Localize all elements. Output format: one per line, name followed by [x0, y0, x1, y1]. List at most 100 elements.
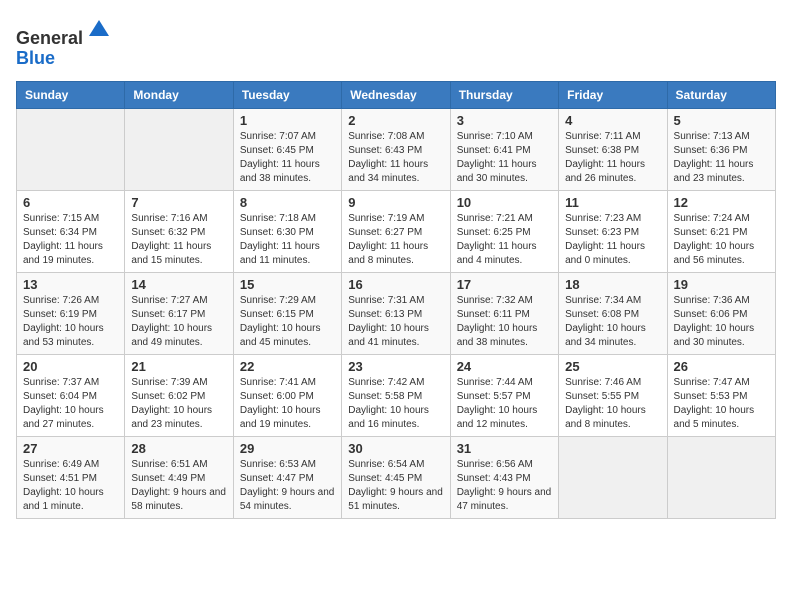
day-info: Sunrise: 7:36 AM Sunset: 6:06 PM Dayligh… [674, 294, 769, 350]
day-info: Sunrise: 7:41 AM Sunset: 6:00 PM Dayligh… [240, 376, 335, 432]
weekday-header-wednesday: Wednesday [342, 81, 450, 108]
weekday-header-saturday: Saturday [667, 81, 775, 108]
day-number: 24 [457, 359, 552, 374]
weekday-header-thursday: Thursday [450, 81, 558, 108]
calendar-cell: 4 Sunrise: 7:11 AM Sunset: 6:38 PM Daylig… [559, 108, 667, 190]
day-info: Sunrise: 7:29 AM Sunset: 6:15 PM Dayligh… [240, 294, 335, 350]
day-number: 30 [348, 441, 443, 456]
calendar-cell: 9 Sunrise: 7:19 AM Sunset: 6:27 PM Daylig… [342, 190, 450, 272]
calendar-table: SundayMondayTuesdayWednesdayThursdayFrid… [16, 81, 776, 519]
weekday-header-tuesday: Tuesday [233, 81, 341, 108]
calendar-cell: 15Sunrise: 7:29 AM Sunset: 6:15 PM Dayli… [233, 272, 341, 354]
calendar-cell: 3 Sunrise: 7:10 AM Sunset: 6:41 PM Daylig… [450, 108, 558, 190]
day-info: Sunrise: 7:18 AM Sunset: 6:30 PM Dayligh… [240, 212, 335, 268]
day-info: Sunrise: 7:32 AM Sunset: 6:11 PM Dayligh… [457, 294, 552, 350]
day-info: Sunrise: 6:54 AM Sunset: 4:45 PM Dayligh… [348, 458, 443, 514]
day-number: 9 [348, 195, 443, 210]
day-number: 2 [348, 113, 443, 128]
calendar-cell: 26 Sunrise: 7:47 AM Sunset: 5:53 PM Dayli… [667, 354, 775, 436]
day-number: 3 [457, 113, 552, 128]
day-info: Sunrise: 7:46 AM Sunset: 5:55 PM Dayligh… [565, 376, 660, 432]
day-number: 12 [674, 195, 769, 210]
day-number: 4 [565, 113, 660, 128]
calendar-cell: 5Sunrise: 7:13 AM Sunset: 6:36 PM Daylig… [667, 108, 775, 190]
calendar-cell: 28 Sunrise: 6:51 AM Sunset: 4:49 PM Dayli… [125, 436, 233, 518]
weekday-header-row: SundayMondayTuesdayWednesdayThursdayFrid… [17, 81, 776, 108]
calendar-cell: 2Sunrise: 7:08 AM Sunset: 6:43 PM Daylig… [342, 108, 450, 190]
day-number: 13 [23, 277, 118, 292]
day-number: 17 [457, 277, 552, 292]
calendar-cell: 11 Sunrise: 7:23 AM Sunset: 6:23 PM Dayli… [559, 190, 667, 272]
day-info: Sunrise: 6:53 AM Sunset: 4:47 PM Dayligh… [240, 458, 335, 514]
day-number: 22 [240, 359, 335, 374]
day-number: 8 [240, 195, 335, 210]
calendar-week-row: 13 Sunrise: 7:26 AM Sunset: 6:19 PM Dayli… [17, 272, 776, 354]
day-info: Sunrise: 7:26 AM Sunset: 6:19 PM Dayligh… [23, 294, 118, 350]
day-info: Sunrise: 7:24 AM Sunset: 6:21 PM Dayligh… [674, 212, 769, 268]
calendar-cell: 13 Sunrise: 7:26 AM Sunset: 6:19 PM Dayli… [17, 272, 125, 354]
day-number: 27 [23, 441, 118, 456]
calendar-week-row: 6Sunrise: 7:15 AM Sunset: 6:34 PM Daylig… [17, 190, 776, 272]
day-number: 29 [240, 441, 335, 456]
day-number: 6 [23, 195, 118, 210]
calendar-cell: 27Sunrise: 6:49 AM Sunset: 4:51 PM Dayli… [17, 436, 125, 518]
day-info: Sunrise: 7:47 AM Sunset: 5:53 PM Dayligh… [674, 376, 769, 432]
day-number: 23 [348, 359, 443, 374]
day-info: Sunrise: 7:34 AM Sunset: 6:08 PM Dayligh… [565, 294, 660, 350]
day-number: 11 [565, 195, 660, 210]
day-info: Sunrise: 6:51 AM Sunset: 4:49 PM Dayligh… [131, 458, 226, 514]
calendar-cell: 12 Sunrise: 7:24 AM Sunset: 6:21 PM Dayli… [667, 190, 775, 272]
day-info: Sunrise: 7:42 AM Sunset: 5:58 PM Dayligh… [348, 376, 443, 432]
calendar-cell: 31 Sunrise: 6:56 AM Sunset: 4:43 PM Dayli… [450, 436, 558, 518]
calendar-cell [559, 436, 667, 518]
day-info: Sunrise: 7:10 AM Sunset: 6:41 PM Dayligh… [457, 130, 552, 186]
day-info: Sunrise: 6:56 AM Sunset: 4:43 PM Dayligh… [457, 458, 552, 514]
day-number: 18 [565, 277, 660, 292]
day-info: Sunrise: 7:39 AM Sunset: 6:02 PM Dayligh… [131, 376, 226, 432]
weekday-header-sunday: Sunday [17, 81, 125, 108]
day-number: 20 [23, 359, 118, 374]
calendar-cell [125, 108, 233, 190]
day-info: Sunrise: 7:23 AM Sunset: 6:23 PM Dayligh… [565, 212, 660, 268]
calendar-cell: 21 Sunrise: 7:39 AM Sunset: 6:02 PM Dayli… [125, 354, 233, 436]
calendar-cell [17, 108, 125, 190]
calendar-cell: 30 Sunrise: 6:54 AM Sunset: 4:45 PM Dayli… [342, 436, 450, 518]
day-info: Sunrise: 7:16 AM Sunset: 6:32 PM Dayligh… [131, 212, 226, 268]
calendar-cell: 18 Sunrise: 7:34 AM Sunset: 6:08 PM Dayli… [559, 272, 667, 354]
calendar-cell: 8 Sunrise: 7:18 AM Sunset: 6:30 PM Daylig… [233, 190, 341, 272]
calendar-week-row: 27Sunrise: 6:49 AM Sunset: 4:51 PM Dayli… [17, 436, 776, 518]
day-number: 10 [457, 195, 552, 210]
day-info: Sunrise: 7:07 AM Sunset: 6:45 PM Dayligh… [240, 130, 335, 186]
calendar-cell: 23 Sunrise: 7:42 AM Sunset: 5:58 PM Dayli… [342, 354, 450, 436]
day-info: Sunrise: 7:11 AM Sunset: 6:38 PM Dayligh… [565, 130, 660, 186]
day-number: 7 [131, 195, 226, 210]
day-info: Sunrise: 7:44 AM Sunset: 5:57 PM Dayligh… [457, 376, 552, 432]
page-header: General Blue [16, 16, 776, 69]
day-number: 1 [240, 113, 335, 128]
calendar-cell: 1 Sunrise: 7:07 AM Sunset: 6:45 PM Daylig… [233, 108, 341, 190]
calendar-week-row: 20 Sunrise: 7:37 AM Sunset: 6:04 PM Dayli… [17, 354, 776, 436]
calendar-cell [667, 436, 775, 518]
day-number: 31 [457, 441, 552, 456]
logo-blue: Blue [16, 48, 55, 68]
day-info: Sunrise: 7:21 AM Sunset: 6:25 PM Dayligh… [457, 212, 552, 268]
day-number: 25 [565, 359, 660, 374]
weekday-header-monday: Monday [125, 81, 233, 108]
logo-general: General [16, 28, 83, 48]
day-number: 5 [674, 113, 769, 128]
calendar-cell: 22 Sunrise: 7:41 AM Sunset: 6:00 PM Dayli… [233, 354, 341, 436]
calendar-cell: 6Sunrise: 7:15 AM Sunset: 6:34 PM Daylig… [17, 190, 125, 272]
calendar-cell: 17 Sunrise: 7:32 AM Sunset: 6:11 PM Dayli… [450, 272, 558, 354]
day-info: Sunrise: 7:19 AM Sunset: 6:27 PM Dayligh… [348, 212, 443, 268]
calendar-cell: 14Sunrise: 7:27 AM Sunset: 6:17 PM Dayli… [125, 272, 233, 354]
day-info: Sunrise: 7:37 AM Sunset: 6:04 PM Dayligh… [23, 376, 118, 432]
day-number: 28 [131, 441, 226, 456]
calendar-cell: 25 Sunrise: 7:46 AM Sunset: 5:55 PM Dayli… [559, 354, 667, 436]
day-number: 14 [131, 277, 226, 292]
day-number: 19 [674, 277, 769, 292]
calendar-cell: 16Sunrise: 7:31 AM Sunset: 6:13 PM Dayli… [342, 272, 450, 354]
calendar-cell: 29 Sunrise: 6:53 AM Sunset: 4:47 PM Dayli… [233, 436, 341, 518]
calendar-cell: 24 Sunrise: 7:44 AM Sunset: 5:57 PM Dayli… [450, 354, 558, 436]
day-number: 21 [131, 359, 226, 374]
day-number: 26 [674, 359, 769, 374]
